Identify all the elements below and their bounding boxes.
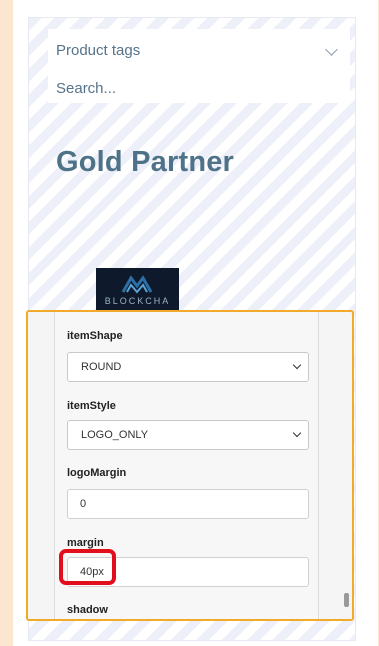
divider	[318, 312, 319, 619]
margin-label: margin	[67, 537, 104, 549]
divider	[54, 312, 55, 619]
item-style-label: itemStyle	[67, 400, 116, 412]
product-tags-label: Product tags	[56, 42, 141, 59]
search-input[interactable]	[48, 73, 350, 103]
caret-down-icon	[292, 428, 302, 438]
item-style-value: LOGO_ONLY	[81, 429, 149, 441]
logo-margin-label: logoMargin	[67, 467, 127, 479]
item-shape-select[interactable]: ROUND	[67, 352, 309, 382]
property-editor-panel: itemShape ROUND itemStyle LOGO_ONLY logo…	[26, 310, 354, 621]
logo-wordmark: BLOCKCHA	[104, 296, 171, 306]
logo-margin-value: 0	[80, 498, 87, 510]
partner-logo[interactable]: BLOCKCHA	[96, 268, 179, 313]
page-title: Gold Partner	[56, 146, 235, 178]
highlight-box	[59, 549, 116, 585]
item-style-select[interactable]: LOGO_ONLY	[67, 420, 309, 450]
logo-margin-input[interactable]: 0	[67, 489, 309, 519]
caret-down-icon	[292, 360, 302, 370]
item-shape-value: ROUND	[81, 361, 122, 373]
chevron-down-icon[interactable]	[325, 43, 338, 56]
item-shape-label: itemShape	[67, 330, 123, 342]
product-tags-dropdown[interactable]: Product tags	[48, 29, 350, 73]
shadow-label: shadow	[67, 604, 108, 616]
scrollbar-thumb[interactable]	[344, 593, 349, 607]
mountain-logo-icon	[121, 275, 153, 294]
